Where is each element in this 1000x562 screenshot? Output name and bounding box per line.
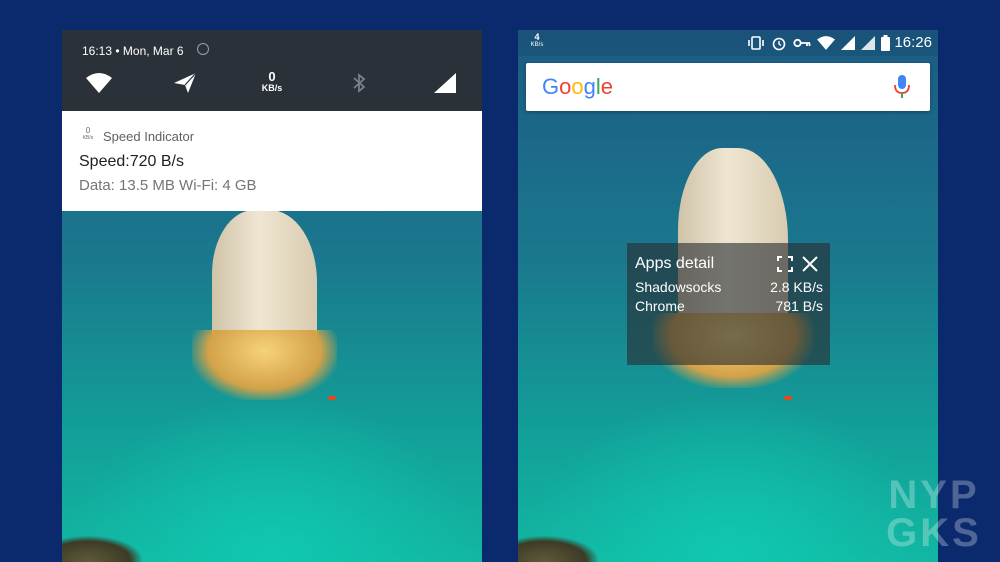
shade-date: Mon, Mar 6 xyxy=(122,44,184,58)
app-name: Shadowsocks xyxy=(635,279,722,295)
apps-detail-title: Apps detail xyxy=(635,255,715,272)
send-icon xyxy=(174,73,196,93)
signal-icon xyxy=(434,73,456,93)
logo-letter: G xyxy=(542,74,560,99)
airplane-mode-toggle[interactable] xyxy=(170,70,200,96)
shade-time: 16:13 xyxy=(82,44,113,58)
notification-shade[interactable]: 16:13 • Mon, Mar 6 0 KB/s xyxy=(62,30,482,111)
wifi-toggle[interactable] xyxy=(84,70,114,96)
notif-icon-unit: KB/s xyxy=(82,135,94,141)
status-bar[interactable]: 4 KB/s 16:26 xyxy=(518,30,938,56)
speed-indicator-icon: 0 KB/s xyxy=(79,126,97,142)
app-name: Chrome xyxy=(635,298,685,314)
cellular-toggle[interactable] xyxy=(430,70,460,96)
watermark-line-1: NYP xyxy=(888,473,980,517)
logo-letter: e xyxy=(600,74,614,99)
bluetooth-icon xyxy=(353,73,366,93)
notification-body: Data: 13.5 MB Wi-Fi: 4 GB xyxy=(79,177,257,194)
status-time: 16:26 xyxy=(894,34,932,51)
notif-icon-value: 0 xyxy=(85,126,91,135)
app-speed: 781 B/s xyxy=(775,298,823,314)
speed-tile[interactable]: 0 KB/s xyxy=(258,70,286,93)
app-speed: 2.8 KB/s xyxy=(770,279,823,295)
vpn-key-icon xyxy=(793,38,811,48)
logo-letter: o xyxy=(559,74,572,99)
right-phone-screen: 4 KB/s 16:26 Google Apps detail Shadowso… xyxy=(518,30,938,562)
statusbar-speed-value: 4 xyxy=(534,32,540,42)
left-phone-screen: 16:13 • Mon, Mar 6 0 KB/s 0 KB/s Speed I… xyxy=(62,30,482,562)
speed-indicator-notification[interactable]: 0 KB/s Speed Indicator Speed:720 B/s Dat… xyxy=(62,111,482,211)
logo-letter: g xyxy=(583,74,596,99)
fullscreen-icon[interactable] xyxy=(777,256,793,272)
google-logo: Google xyxy=(542,74,613,100)
speed-value: 0 xyxy=(268,69,276,84)
app-usage-row: Shadowsocks 2.8 KB/s xyxy=(635,279,823,295)
battery-icon xyxy=(881,35,890,51)
alarm-icon xyxy=(197,43,209,55)
bluetooth-toggle[interactable] xyxy=(344,70,374,96)
close-icon[interactable] xyxy=(802,256,818,272)
speed-indicator: 4 KB/s xyxy=(528,33,546,49)
statusbar-speed-unit: KB/s xyxy=(530,42,544,48)
sea-stack-rock xyxy=(192,210,337,410)
separator: • xyxy=(115,44,123,58)
microphone-icon[interactable] xyxy=(894,75,910,99)
alarm-icon xyxy=(772,37,786,51)
vibrate-icon xyxy=(748,36,764,50)
google-search-bar[interactable]: Google xyxy=(526,63,930,111)
boat xyxy=(328,396,336,400)
shade-datetime: 16:13 • Mon, Mar 6 xyxy=(82,44,184,58)
notification-app-name: Speed Indicator xyxy=(103,129,195,144)
logo-letter: o xyxy=(571,74,584,99)
nypgks-watermark: NYP GKS xyxy=(878,473,990,555)
speed-unit: KB/s xyxy=(261,83,283,93)
apps-detail-overlay[interactable]: Apps detail Shadowsocks 2.8 KB/s Chrome … xyxy=(627,243,830,365)
notification-title: Speed:720 B/s xyxy=(79,153,184,170)
wifi-icon xyxy=(86,73,112,93)
signal-icon xyxy=(841,36,855,50)
signal-icon-secondary xyxy=(861,36,875,50)
shore-rocks xyxy=(518,536,598,562)
shore-rocks xyxy=(62,536,142,562)
app-usage-row: Chrome 781 B/s xyxy=(635,298,823,314)
status-icons xyxy=(747,34,890,52)
watermark-line-2: GKS xyxy=(886,511,982,555)
wifi-icon xyxy=(817,36,835,50)
boat xyxy=(784,396,792,400)
